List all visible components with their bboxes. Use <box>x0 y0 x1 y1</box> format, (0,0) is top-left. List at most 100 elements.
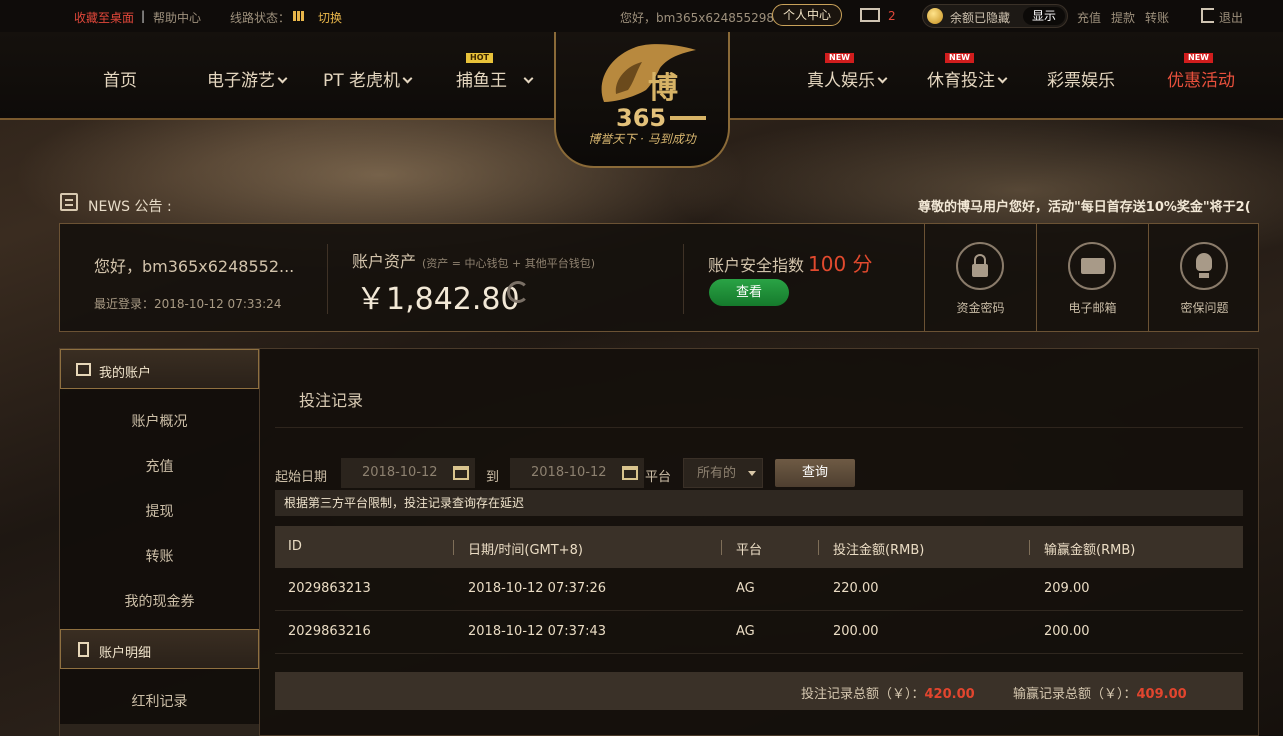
divider <box>327 244 328 314</box>
cell-win-amount: 209.00 <box>1044 581 1090 596</box>
new-badge: NEW <box>825 53 854 63</box>
divider: | <box>141 9 146 23</box>
sidebar-item-withdraw[interactable]: 提现 <box>60 501 259 521</box>
platform-select[interactable]: 所有的 <box>683 458 763 488</box>
card-icon <box>76 363 91 376</box>
nav-lottery[interactable]: 彩票娱乐 <box>1047 66 1115 91</box>
balance-amount: ￥1,842.80 <box>356 282 520 317</box>
mail-count: 2 <box>888 9 896 23</box>
nav-sports[interactable]: 休育投注 <box>927 66 1008 91</box>
logout-icon[interactable] <box>1201 8 1214 23</box>
cell-datetime: 2018-10-12 07:37:26 <box>468 581 607 596</box>
column-separator <box>1029 540 1030 555</box>
nav-home[interactable]: 首页 <box>103 66 137 91</box>
column-separator <box>453 540 454 555</box>
withdraw-link[interactable]: 提款 <box>1111 9 1135 26</box>
security-question-tile[interactable]: 密保问题 <box>1148 224 1260 331</box>
calendar-icon[interactable] <box>453 466 469 480</box>
envelope-icon <box>1068 242 1116 290</box>
nav-fishing-label: 捕鱼王 <box>456 71 507 91</box>
last-login: 最近登录：2018-10-12 07:33:24 <box>94 297 282 311</box>
sidebar-section-my-account[interactable]: 我的账户 <box>60 349 259 389</box>
balance-hidden-text: 余额已隐藏 <box>950 11 1011 25</box>
greeting-text: 您好，bm365x624855298 <box>620 11 775 25</box>
chevron-down-icon <box>402 73 413 84</box>
sidebar-section-label: 账户明细 <box>99 646 152 661</box>
nav-live[interactable]: 真人娱乐 <box>807 66 888 91</box>
column-header: 平台 <box>736 543 763 558</box>
total-bet-value: 420.00 <box>924 687 975 702</box>
start-date-input[interactable]: 2018-10-12 <box>341 458 475 488</box>
nav-fishing[interactable]: 捕鱼王 <box>456 66 534 91</box>
security-score: 100 分 <box>808 252 873 276</box>
table-row[interactable]: 2029863216 2018-10-12 07:37:43 AG 200.00… <box>275 611 1243 654</box>
logout-link[interactable]: 退出 <box>1219 9 1243 26</box>
deposit-link[interactable]: 充值 <box>1077 9 1101 26</box>
chevron-down-icon <box>277 73 288 84</box>
column-header: 投注金额(RMB) <box>833 543 925 558</box>
query-button[interactable]: 查询 <box>775 459 855 487</box>
nav-sports-label: 休育投注 <box>927 71 995 91</box>
sidebar-item-next[interactable] <box>60 724 259 736</box>
nav-slots[interactable]: 电子游艺 <box>207 66 288 91</box>
security-question-label: 密保问题 <box>1180 301 1229 315</box>
sidebar-section-account-detail[interactable]: 账户明细 <box>60 629 259 669</box>
view-security-button[interactable]: 查看 <box>709 279 789 306</box>
cell-win-amount: 200.00 <box>1044 624 1090 639</box>
table-row[interactable]: 2029863213 2018-10-12 07:37:26 AG 220.00… <box>275 568 1243 611</box>
nav-slots-label: 电子游艺 <box>207 71 275 91</box>
end-date-input[interactable]: 2018-10-12 <box>510 458 644 488</box>
platform-label: 平台 <box>645 470 672 485</box>
nav-live-label: 真人娱乐 <box>807 71 875 91</box>
asset-title: 账户资产 (资产 = 中心钱包 + 其他平台钱包) <box>352 248 595 272</box>
sidebar-item-coupons[interactable]: 我的现金券 <box>60 591 259 611</box>
delay-notice: 根据第三方平台限制，投注记录查询存在延迟 <box>275 490 1243 516</box>
announcement-icon <box>60 193 78 211</box>
mail-icon[interactable] <box>860 8 880 22</box>
refresh-icon[interactable] <box>507 281 529 303</box>
end-date-value: 2018-10-12 <box>531 465 607 480</box>
news-ticker[interactable]: 尊敬的博马用户您好，活动"每日首存送10%奖金"将于2( <box>918 196 1260 215</box>
personal-center-button[interactable]: 个人中心 <box>772 4 843 26</box>
bookmark-link[interactable]: 收藏至桌面 <box>74 9 134 26</box>
total-bet-label: 投注记录总额（￥）： <box>801 687 925 702</box>
email-label: 电子邮箱 <box>1068 301 1117 315</box>
transfer-link[interactable]: 转账 <box>1145 9 1169 26</box>
sidebar-item-bonus-records[interactable]: 红利记录 <box>60 691 259 711</box>
column-separator <box>721 540 722 555</box>
column-header: 输赢金额(RMB) <box>1044 543 1136 558</box>
switch-line-link[interactable]: 切换 <box>318 9 342 26</box>
nav-promo[interactable]: 优惠活动 <box>1167 66 1235 91</box>
totals-bar: 投注记录总额（￥）：420.00 输赢记录总额（￥）：409.00 <box>275 672 1243 710</box>
help-link[interactable]: 帮助中心 <box>153 9 201 26</box>
start-date-label: 起始日期 <box>275 470 328 485</box>
new-badge: NEW <box>945 53 974 63</box>
chevron-down-icon <box>523 73 534 84</box>
sidebar-item-overview[interactable]: 账户概况 <box>60 411 259 431</box>
total-win-value: 409.00 <box>1136 687 1187 702</box>
cell-bet-amount: 200.00 <box>833 624 879 639</box>
column-separator <box>818 540 819 555</box>
sidebar-item-transfer[interactable]: 转账 <box>60 546 259 566</box>
new-badge: NEW <box>1184 53 1213 63</box>
sidebar: 我的账户 账户概况 充值 提现 转账 我的现金券 账户明细 红利记录 <box>59 348 260 736</box>
sidebar-item-deposit[interactable]: 充值 <box>60 456 259 476</box>
cell-id: 2029863216 <box>288 624 371 639</box>
divider <box>275 427 1243 428</box>
news-label: NEWS 公告 : <box>88 199 172 215</box>
asset-note: (资产 = 中心钱包 + 其他平台钱包) <box>422 257 596 270</box>
calendar-icon[interactable] <box>622 466 638 480</box>
nav-pt[interactable]: PT 老虎机 <box>323 66 413 91</box>
horse-logo-icon: 博 365 <box>601 44 706 132</box>
email-tile[interactable]: 电子邮箱 <box>1036 224 1148 331</box>
account-summary-panel: 您好，bm365x6248552... 最近登录：2018-10-12 07:3… <box>59 223 1259 332</box>
user-greeting: 您好，bm365x6248552... <box>94 257 295 276</box>
brand-logo[interactable]: 博 365 博誉天下 · 马到成功 <box>554 32 730 168</box>
chevron-down-icon <box>748 471 756 476</box>
cell-platform: AG <box>736 624 755 639</box>
svg-text:365: 365 <box>616 104 666 132</box>
fund-password-tile[interactable]: 资金密码 <box>924 224 1036 331</box>
fund-password-label: 资金密码 <box>956 301 1005 315</box>
show-balance-button[interactable]: 显示 <box>1022 7 1065 25</box>
hot-badge: HOT <box>466 53 493 63</box>
